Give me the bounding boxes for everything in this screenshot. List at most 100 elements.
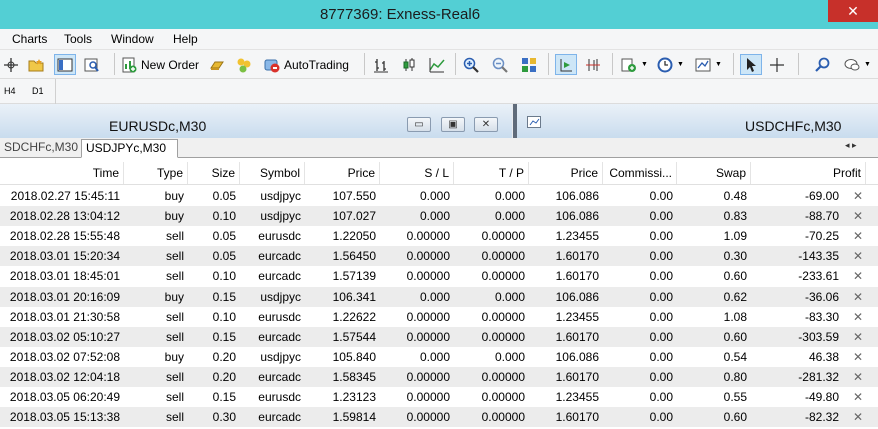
close-position-icon[interactable]: ✕: [852, 307, 864, 327]
menu-charts[interactable]: Charts: [12, 32, 47, 46]
toolbar-separator: [114, 53, 115, 75]
navigator-button[interactable]: [54, 54, 76, 75]
table-row[interactable]: 2018.03.01 15:20:34 sell 0.05 eurcadc 1.5645…: [0, 246, 878, 267]
tab-scroll-arrows[interactable]: ◂ ▸: [845, 140, 857, 151]
cursor-button[interactable]: [740, 54, 762, 75]
close-position-icon[interactable]: ✕: [852, 327, 864, 347]
toolbar: New Order AutoTrading ▼ ▼ ▼ ▼: [0, 50, 878, 79]
close-position-icon[interactable]: ✕: [852, 347, 864, 367]
close-position-icon[interactable]: ✕: [852, 367, 864, 387]
tab-usdjpyc[interactable]: USDJPYc,M30: [81, 139, 178, 158]
column-header-tp[interactable]: T / P: [454, 162, 529, 184]
table-row[interactable]: 2018.03.05 06:20:49 sell 0.15 eurusdc 1.2312…: [0, 387, 878, 407]
chart-window-eurusdc[interactable]: EURUSDc,M30 ▭ ▣ ✕: [0, 104, 512, 138]
column-header-current-price[interactable]: Price: [529, 162, 603, 184]
cell-time: 2018.03.05 06:20:49: [9, 390, 120, 404]
timeframe-h4[interactable]: H4: [4, 86, 16, 96]
menu-help[interactable]: Help: [173, 32, 198, 46]
autoscroll-button[interactable]: [555, 54, 577, 75]
close-position-icon[interactable]: ✕: [852, 407, 864, 427]
tab-usdchfc[interactable]: SDCHFc,M30: [0, 139, 82, 158]
templates-button[interactable]: ▼: [695, 54, 722, 75]
experts-button[interactable]: [236, 54, 252, 75]
templates-icon: [695, 58, 711, 71]
cell-current-price: 1.60170: [555, 329, 599, 344]
autotrading-label: AutoTrading: [284, 57, 349, 72]
indicators-button[interactable]: ▼: [621, 54, 648, 75]
column-header-type[interactable]: Type: [124, 162, 188, 184]
cell-commission: 0.00: [649, 309, 673, 324]
close-position-icon[interactable]: ✕: [852, 226, 864, 246]
close-button[interactable]: ✕: [828, 0, 878, 22]
chevron-down-icon: ▼: [677, 61, 684, 68]
column-header-sl[interactable]: S / L: [380, 162, 454, 184]
table-row[interactable]: 2018.03.01 21:30:58 sell 0.10 eurusdc 1.2262…: [0, 306, 878, 327]
cell-type: buy: [164, 189, 184, 203]
cell-symbol: usdjpyc: [260, 189, 301, 203]
chart-shift-button[interactable]: [585, 54, 601, 75]
column-header-symbol[interactable]: Symbol: [240, 162, 305, 184]
new-order-button[interactable]: New Order: [121, 54, 199, 75]
timeframe-d1[interactable]: D1: [32, 86, 44, 96]
column-header-profit[interactable]: Profit: [751, 162, 866, 184]
autotrading-button[interactable]: AutoTrading: [264, 54, 349, 75]
cell-type: sell: [165, 249, 184, 264]
close-position-icon[interactable]: ✕: [852, 287, 864, 307]
cell-swap: 0.60: [723, 329, 747, 344]
cell-current-price: 1.23455: [555, 390, 599, 404]
cell-size: 0.05: [212, 189, 236, 203]
chart-window-usdchfc[interactable]: USDCHFc,M30: [517, 104, 878, 138]
column-header-commission[interactable]: Commissi...: [603, 162, 677, 184]
close-position-icon[interactable]: ✕: [852, 186, 864, 206]
menu-window[interactable]: Window: [111, 32, 154, 46]
search-button[interactable]: [815, 54, 831, 75]
table-row[interactable]: 2018.03.01 20:16:09 buy 0.15 usdjpyc 106.341…: [0, 286, 878, 307]
column-header-time[interactable]: Time: [0, 162, 124, 184]
close-position-icon[interactable]: ✕: [852, 387, 864, 407]
crosshair-button[interactable]: [769, 54, 785, 75]
cell-swap: 1.08: [723, 309, 747, 324]
close-position-icon[interactable]: ✕: [852, 246, 864, 266]
close-icon: ✕: [481, 119, 491, 130]
bar-chart-button[interactable]: [373, 54, 389, 75]
candlestick-button[interactable]: [401, 54, 417, 75]
market-watch-button[interactable]: [209, 54, 225, 75]
tile-windows-button[interactable]: [521, 54, 537, 75]
cell-swap: 0.60: [723, 410, 747, 425]
table-row[interactable]: 2018.03.02 07:52:08 buy 0.20 usdjpyc 105.840…: [0, 346, 878, 367]
minimize-button[interactable]: ▭: [407, 117, 431, 132]
periods-button[interactable]: ▼: [657, 54, 684, 75]
table-row[interactable]: 2018.02.27 15:45:11 buy 0.05 usdjpyc 107.550…: [0, 186, 878, 206]
zoom-in-button[interactable]: [463, 54, 479, 75]
cell-size: 0.10: [212, 269, 236, 284]
column-header-price[interactable]: Price: [305, 162, 380, 184]
zoom-out-button[interactable]: [492, 54, 508, 75]
cell-commission: 0.00: [649, 209, 673, 224]
close-position-icon[interactable]: ✕: [852, 206, 864, 226]
data-window-button[interactable]: [84, 54, 100, 75]
restore-button[interactable]: ▣: [441, 117, 465, 132]
cell-type: sell: [165, 410, 184, 425]
cell-size: 0.20: [212, 349, 236, 364]
table-row[interactable]: 2018.02.28 13:04:12 buy 0.10 usdjpyc 107.027…: [0, 206, 878, 227]
cell-time: 2018.03.01 18:45:01: [9, 269, 120, 284]
menu-tools[interactable]: Tools: [64, 32, 92, 46]
table-row[interactable]: 2018.03.05 15:13:38 sell 0.30 eurcadc 1.5981…: [0, 407, 878, 428]
close-chart-button[interactable]: ✕: [474, 117, 498, 132]
column-header-swap[interactable]: Swap: [677, 162, 751, 184]
close-position-icon[interactable]: ✕: [852, 266, 864, 286]
cell-open-price: 1.23123: [332, 390, 376, 404]
table-row[interactable]: 2018.03.01 18:45:01 sell 0.10 eurcadc 1.5713…: [0, 266, 878, 287]
crosshair-move-button[interactable]: [3, 54, 19, 75]
line-chart-button[interactable]: [429, 54, 445, 75]
table-row[interactable]: 2018.02.28 15:55:48 sell 0.05 eurusdc 1.2205…: [0, 226, 878, 247]
chat-button[interactable]: ▼: [844, 54, 871, 75]
cell-time: 2018.03.02 05:10:27: [9, 329, 120, 344]
favorites-button[interactable]: [28, 54, 44, 75]
column-header-size[interactable]: Size: [188, 162, 240, 184]
cell-current-price: 1.60170: [555, 369, 599, 384]
table-row[interactable]: 2018.03.02 12:04:18 sell 0.20 eurcadc 1.5834…: [0, 366, 878, 387]
cell-sl: 0.00000: [406, 390, 450, 404]
cursor-icon: [747, 57, 756, 72]
table-row[interactable]: 2018.03.02 05:10:27 sell 0.15 eurcadc 1.5754…: [0, 326, 878, 347]
